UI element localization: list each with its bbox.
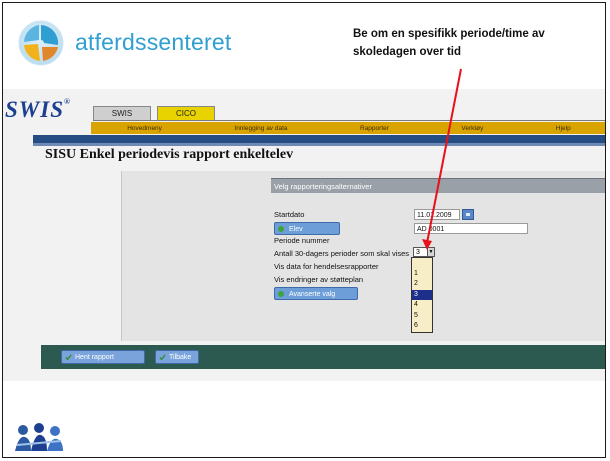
red-arrow-icon — [422, 68, 462, 250]
slide: atferdssenteret Be om en spesifikk perio… — [2, 2, 606, 458]
students-logo-icon — [13, 421, 65, 455]
